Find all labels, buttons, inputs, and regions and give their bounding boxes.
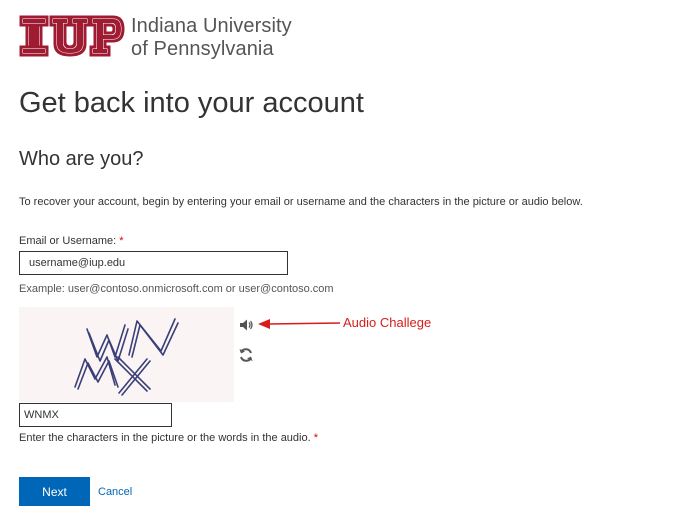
- annotation-arrow-icon: [258, 319, 340, 329]
- logo-line-2: of Pennsylvania: [131, 38, 274, 60]
- captcha-glyphs: [74, 318, 179, 396]
- required-marker: *: [119, 235, 124, 247]
- cancel-link[interactable]: Cancel: [98, 485, 132, 499]
- captcha-input[interactable]: [19, 403, 172, 427]
- captcha-help: Enter the characters in the picture or t…: [19, 430, 318, 446]
- logo-line-1: Indiana University: [131, 15, 292, 37]
- page-title: Get back into your account: [19, 87, 364, 119]
- email-input[interactable]: [19, 251, 288, 275]
- account-recovery-page: Indiana University of Pennsylvania Get b…: [0, 0, 677, 530]
- email-example: Example: user@contoso.onmicrosoft.com or…: [19, 283, 334, 295]
- iup-logo-mark: [19, 15, 125, 57]
- refresh-icon[interactable]: [238, 347, 254, 363]
- intro-text: To recover your account, begin by enteri…: [19, 196, 583, 208]
- annotation-label: Audio Challege: [343, 315, 432, 330]
- required-marker: *: [313, 432, 319, 444]
- email-label: Email or Username: *: [19, 233, 124, 249]
- logo-wordmark: Indiana University of Pennsylvania: [131, 15, 292, 61]
- captcha-help-text: Enter the characters in the picture or t…: [19, 432, 311, 444]
- captcha-image: [19, 307, 234, 402]
- speaker-icon[interactable]: [238, 317, 254, 333]
- next-button[interactable]: Next: [19, 477, 90, 506]
- iup-logo: Indiana University of Pennsylvania: [19, 14, 309, 62]
- email-label-text: Email or Username:: [19, 235, 117, 247]
- page-subtitle: Who are you?: [19, 148, 144, 170]
